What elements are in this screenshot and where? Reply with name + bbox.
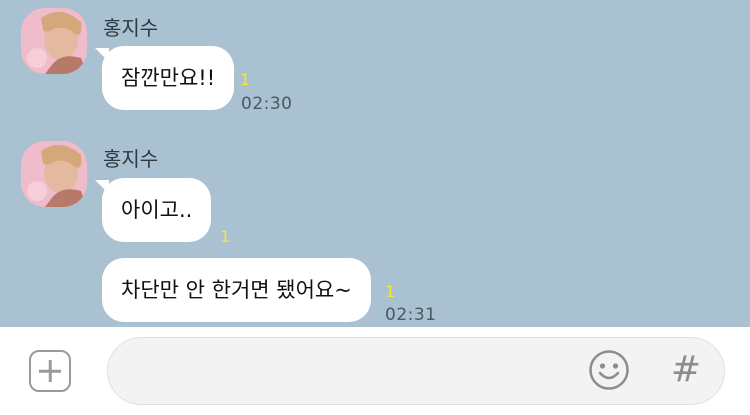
smiley-icon[interactable] [588, 349, 630, 391]
chat-area: 홍지수 잠깐만요!! 1 02:30 홍지수 아이고.. 1 차단만 안 한거면… [0, 0, 750, 327]
message-input[interactable] [132, 352, 576, 392]
message-text: 잠깐만요!! [121, 65, 216, 90]
message-bubble[interactable]: 잠깐만요!! [102, 46, 235, 110]
unread-count: 1 [220, 227, 231, 246]
avatar-photo-icon [21, 141, 87, 207]
sender-avatar[interactable] [21, 141, 87, 207]
message-input-field[interactable] [107, 337, 725, 405]
message-text: 차단만 안 한거면 됐어요~ [121, 277, 352, 302]
message-text: 아이고.. [121, 197, 193, 222]
hashtag-button[interactable]: # [668, 350, 704, 390]
message-input-bar [0, 327, 750, 415]
message-bubble[interactable]: 차단만 안 한거면 됐어요~ [102, 258, 371, 322]
sender-avatar[interactable] [21, 8, 87, 74]
message-time: 02:30 [241, 94, 293, 114]
message-time: 02:31 [385, 305, 437, 325]
plus-square-icon[interactable] [29, 350, 71, 392]
sender-name: 홍지수 [103, 147, 159, 171]
sender-name: 홍지수 [103, 16, 159, 40]
avatar-photo-icon [21, 8, 87, 74]
unread-count: 1 [385, 282, 396, 301]
unread-count: 1 [240, 70, 251, 89]
message-bubble[interactable]: 아이고.. [102, 178, 212, 242]
